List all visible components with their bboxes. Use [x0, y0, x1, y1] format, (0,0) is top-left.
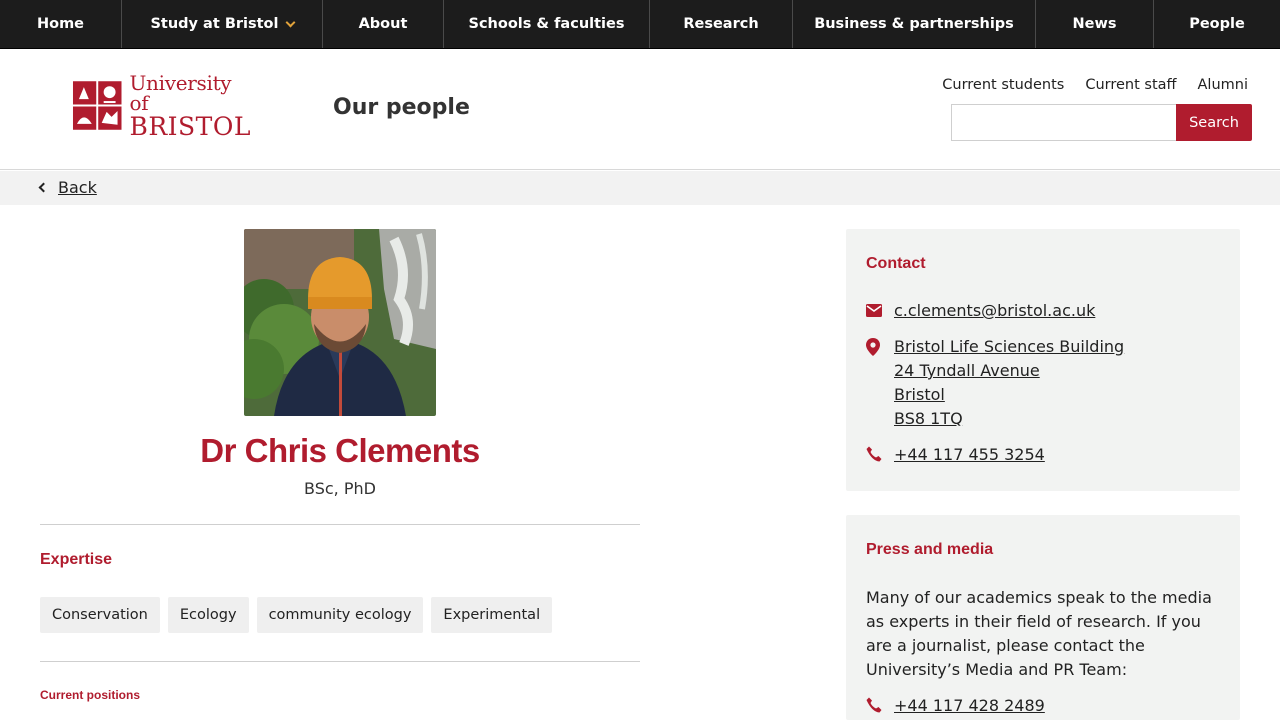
- contact-address-row: Bristol Life Sciences Building 24 Tyndal…: [866, 335, 1124, 431]
- nav-item-study-at-bristol[interactable]: Study at Bristol: [122, 0, 323, 48]
- address-line[interactable]: Bristol Life Sciences Building: [894, 337, 1124, 356]
- divider: [40, 524, 640, 525]
- university-logo[interactable]: University of BRISTOL: [71, 73, 255, 139]
- expertise-tag[interactable]: Conservation: [40, 597, 160, 633]
- nav-item-business-partnerships[interactable]: Business & partnerships: [793, 0, 1036, 48]
- contact-email-link[interactable]: c.clements@bristol.ac.uk: [894, 299, 1095, 323]
- nav-item-research[interactable]: Research: [650, 0, 793, 48]
- utility-links: Current students Current staff Alumni: [942, 77, 1248, 93]
- top-navigation: Home Study at Bristol About Schools & fa…: [0, 0, 1280, 49]
- search-button[interactable]: Search: [1176, 104, 1252, 141]
- expertise-tag[interactable]: community ecology: [256, 597, 424, 633]
- nav-item-people[interactable]: People: [1154, 0, 1280, 48]
- logo-line-1: University of: [129, 70, 232, 115]
- nav-item-home[interactable]: Home: [0, 0, 122, 48]
- contact-heading: Contact: [866, 255, 926, 272]
- phone-icon: [866, 443, 894, 467]
- contact-phone-link[interactable]: +44 117 455 3254: [894, 443, 1045, 467]
- expertise-tags: Conservation Ecology community ecology E…: [40, 597, 553, 633]
- expertise-tag[interactable]: Ecology: [167, 597, 249, 633]
- site-header: University of BRISTOL Our people Current…: [0, 49, 1280, 170]
- contact-email-row: c.clements@bristol.ac.uk: [866, 299, 1095, 323]
- profile-qualifications: BSc, PhD: [304, 479, 376, 498]
- profile-name: Dr Chris Clements: [200, 432, 480, 469]
- press-heading: Press and media: [866, 541, 994, 558]
- chevron-down-icon: [285, 17, 295, 27]
- nav-item-about[interactable]: About: [323, 0, 444, 48]
- map-pin-icon: [866, 335, 894, 431]
- expertise-heading: Expertise: [40, 551, 113, 568]
- envelope-icon: [866, 299, 894, 323]
- divider: [40, 661, 640, 662]
- back-link[interactable]: Back: [38, 178, 97, 197]
- section-title: Our people: [333, 95, 470, 120]
- address-line[interactable]: 24 Tyndall Avenue: [894, 361, 1040, 380]
- back-bar: Back: [0, 171, 1280, 205]
- link-alumni[interactable]: Alumni: [1198, 77, 1248, 93]
- university-crest-icon: [71, 79, 124, 132]
- back-label: Back: [58, 178, 97, 197]
- press-phone-link[interactable]: +44 117 428 2489: [894, 694, 1045, 718]
- contact-phone-row: +44 117 455 3254: [866, 443, 1045, 467]
- expertise-tag[interactable]: Experimental: [431, 597, 553, 633]
- profile-photo: [244, 229, 436, 416]
- contact-panel: Contact c.clements@bristol.ac.uk Bristol…: [846, 229, 1240, 491]
- link-current-students[interactable]: Current students: [942, 77, 1064, 93]
- chevron-left-icon: [38, 182, 49, 193]
- press-phone-row: +44 117 428 2489: [866, 694, 1045, 718]
- nav-item-news[interactable]: News: [1036, 0, 1154, 48]
- phone-icon: [866, 694, 894, 718]
- current-positions-heading: Current positions: [40, 688, 141, 702]
- search-input[interactable]: [951, 104, 1176, 141]
- press-panel: Press and media Many of our academics sp…: [846, 515, 1240, 720]
- logo-line-2: BRISTOL: [129, 111, 251, 141]
- search-form: Search: [951, 104, 1252, 141]
- link-current-staff[interactable]: Current staff: [1085, 77, 1176, 93]
- nav-item-schools-faculties[interactable]: Schools & faculties: [444, 0, 650, 48]
- nav-item-label: Study at Bristol: [150, 16, 279, 32]
- address-line[interactable]: BS8 1TQ: [894, 409, 963, 428]
- address-line[interactable]: Bristol: [894, 385, 945, 404]
- press-text: Many of our academics speak to the media…: [866, 588, 1212, 679]
